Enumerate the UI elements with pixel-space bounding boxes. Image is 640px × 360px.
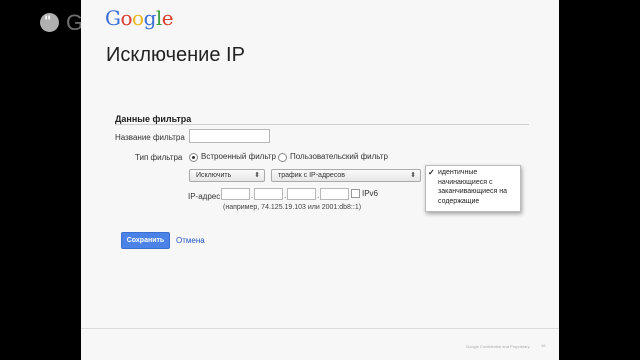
section-divider	[115, 124, 529, 125]
check-icon: ✓	[428, 168, 435, 177]
condition-dropdown: ✓ идентичные начинающиеся с заканчивающи…	[425, 165, 521, 212]
logo-letter: e	[161, 6, 174, 30]
field-select[interactable]: трафик с IP-адресов ⬍	[271, 169, 421, 182]
page-number: 16	[541, 343, 546, 348]
logo-letter: o	[120, 6, 133, 30]
dropdown-option[interactable]: начинающиеся с	[428, 178, 520, 188]
logo-letter: G	[105, 6, 121, 30]
filter-type-label: Тип фильтра	[135, 153, 183, 162]
dropdown-option-label: начинающиеся с	[438, 178, 493, 186]
ip-octet-input[interactable]	[320, 188, 349, 200]
filter-name-input[interactable]	[189, 129, 270, 143]
ip-separator: .	[317, 191, 320, 200]
ip-example-hint: (например, 74.125.19.103 или 2001:db8::1…	[223, 204, 362, 211]
radio-selected-dot	[192, 156, 195, 159]
action-select-value: Исключить	[196, 172, 232, 179]
dropdown-option[interactable]: заканчивающиеся на	[428, 187, 520, 197]
ip-separator: .	[251, 191, 254, 200]
ip-octet-input[interactable]	[221, 188, 250, 200]
google-logo: Google	[105, 6, 174, 30]
dropdown-option-label: идентичные	[438, 169, 478, 176]
dropdown-option[interactable]: ✓ идентичные	[428, 168, 520, 178]
ipv6-checkbox[interactable]	[351, 189, 360, 198]
footer-text: Google Confidential and Proprietary	[466, 344, 530, 349]
cancel-link[interactable]: Отмена	[176, 236, 205, 245]
logo-letter: o	[132, 6, 144, 30]
custom-filter-radio[interactable]	[278, 153, 287, 162]
save-button[interactable]: Сохранить	[121, 232, 170, 249]
footer-divider	[81, 328, 559, 329]
ip-octet-input[interactable]	[254, 188, 283, 200]
ipv6-label[interactable]: IPv6	[362, 189, 378, 198]
presentation-slide: Google Исключение IP Данные фильтра Назв…	[81, 0, 559, 360]
ip-address-label: IP-адрес	[188, 192, 221, 201]
section-title: Данные фильтра	[115, 114, 192, 124]
ip-separator: .	[284, 191, 287, 200]
dropdown-option-label: содержащие	[438, 197, 480, 205]
filter-name-label: Название фильтра	[115, 133, 185, 142]
ip-octet-input[interactable]	[287, 188, 316, 200]
updown-arrow-icon: ⬍	[410, 172, 416, 179]
action-select[interactable]: Исключить ⬍	[189, 169, 265, 182]
builtin-filter-label[interactable]: Встроенный фильтр	[201, 152, 276, 161]
dropdown-option[interactable]: содержащие	[428, 197, 520, 207]
page-title: Исключение IP	[106, 44, 245, 66]
updown-arrow-icon: ⬍	[254, 172, 260, 179]
dropdown-option-label: заканчивающиеся на	[438, 188, 507, 195]
custom-filter-label[interactable]: Пользовательский фильтр	[290, 152, 388, 161]
quote-mark-icon: "	[44, 14, 52, 30]
logo-letter: g	[143, 6, 157, 30]
builtin-filter-radio[interactable]	[189, 153, 198, 162]
field-select-value: трафик с IP-адресов	[278, 172, 346, 179]
